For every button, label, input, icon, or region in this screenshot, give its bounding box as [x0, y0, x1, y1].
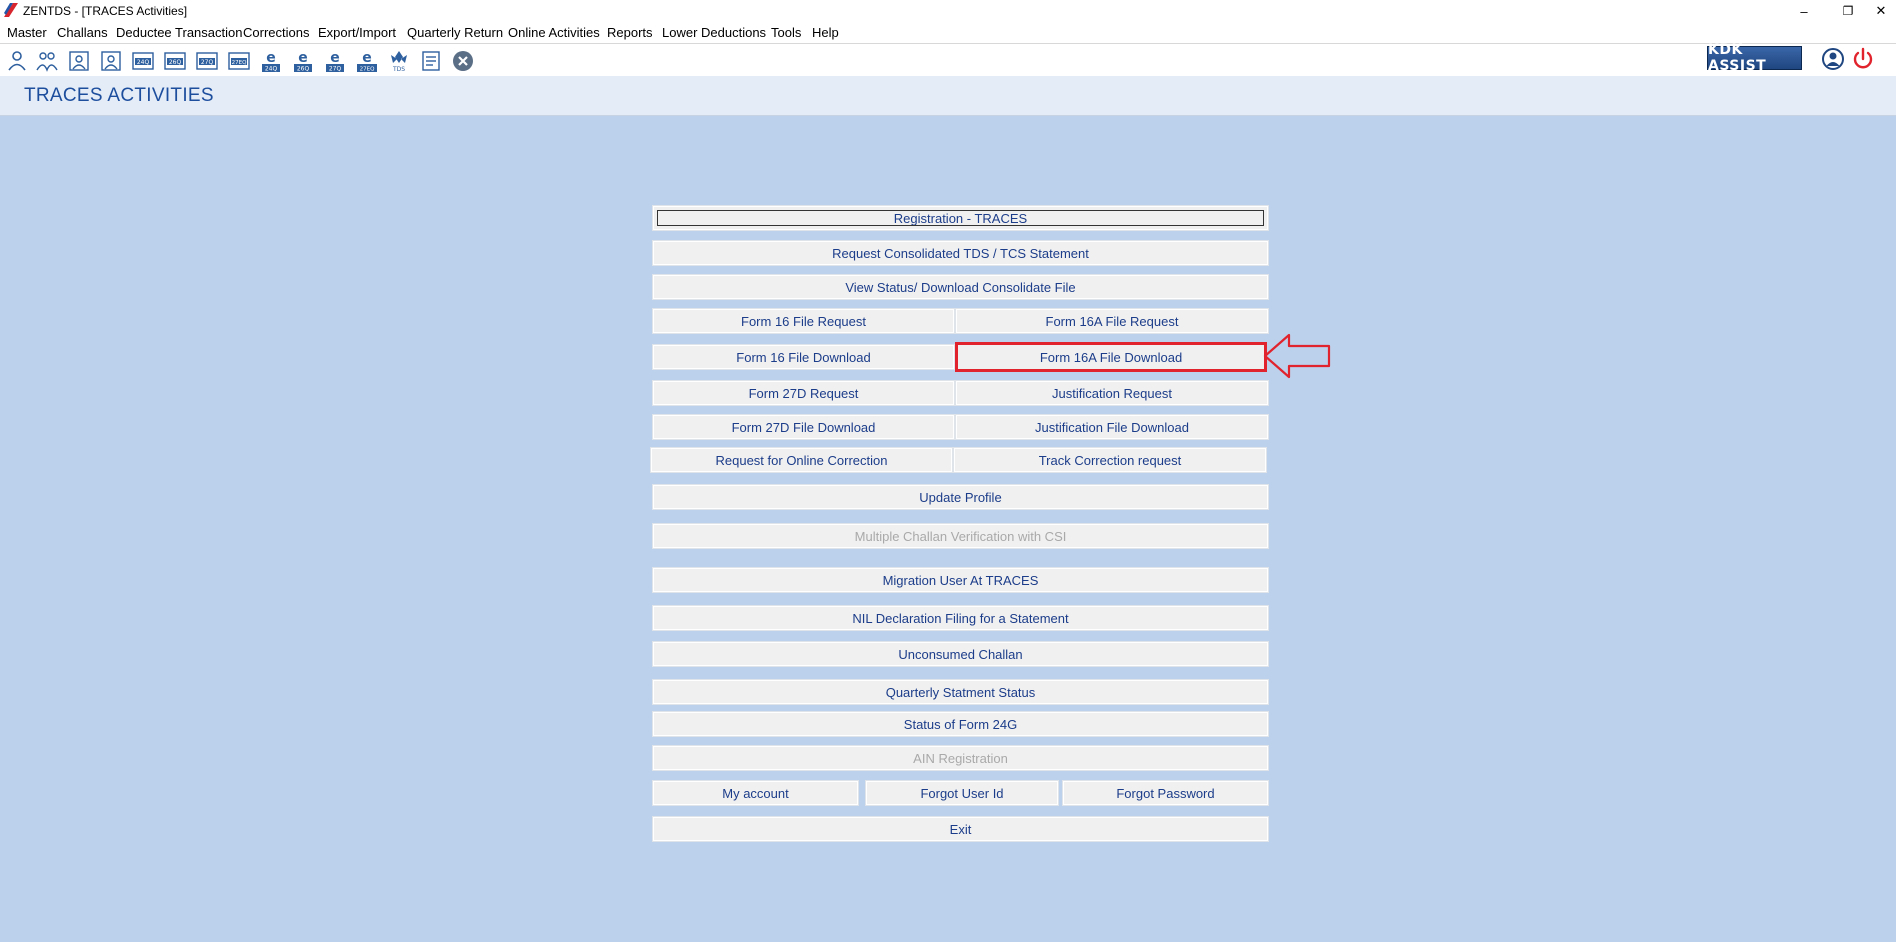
request-online-correction-button[interactable]: Request for Online Correction	[651, 448, 952, 472]
menu-online-activities[interactable]: Online Activities	[508, 25, 600, 40]
menu-export-import[interactable]: Export/Import	[318, 25, 396, 40]
form-24q-icon[interactable]: 24Q	[131, 49, 155, 73]
svg-text:e: e	[330, 50, 340, 66]
nil-declaration-button[interactable]: NIL Declaration Filing for a Statement	[653, 606, 1268, 630]
page-title: TRACES ACTIVITIES	[24, 85, 214, 106]
svg-text:e: e	[266, 50, 276, 66]
employee-icon[interactable]	[67, 49, 91, 73]
e-27eq-label: 27EQ	[360, 67, 375, 73]
update-profile-button[interactable]: Update Profile	[653, 485, 1268, 509]
app-logo-icon	[4, 3, 18, 17]
deductor-icon[interactable]	[5, 49, 29, 73]
menu-quarterly-return[interactable]: Quarterly Return	[407, 25, 503, 40]
registration-traces-button[interactable]: Registration - TRACES	[653, 206, 1268, 230]
form-27q-label: 27Q	[201, 59, 214, 66]
view-status-download-button[interactable]: View Status/ Download Consolidate File	[653, 275, 1268, 299]
menu-challans[interactable]: Challans	[57, 25, 108, 40]
form16-file-download-button[interactable]: Form 16 File Download	[653, 345, 954, 369]
menu-deductee-transaction[interactable]: Deductee Transaction	[116, 25, 242, 40]
employee-2-icon[interactable]	[99, 49, 123, 73]
e-27q-icon[interactable]: e 27Q	[323, 49, 347, 73]
title-bar: ZENTDS - [TRACES Activities] – ❐ ✕	[0, 0, 1896, 22]
e-26q-icon[interactable]: e 26Q	[291, 49, 315, 73]
menu-bar: Master Challans Deductee Transaction Cor…	[0, 22, 1896, 43]
menu-tools[interactable]: Tools	[771, 25, 801, 40]
report-icon[interactable]	[419, 49, 443, 73]
unconsumed-challan-button[interactable]: Unconsumed Challan	[653, 642, 1268, 666]
migration-user-button[interactable]: Migration User At TRACES	[653, 568, 1268, 592]
track-correction-request-button[interactable]: Track Correction request	[954, 448, 1266, 472]
forgot-password-button[interactable]: Forgot Password	[1063, 781, 1268, 805]
request-consolidated-statement-button[interactable]: Request Consolidated TDS / TCS Statement	[653, 241, 1268, 265]
menu-corrections[interactable]: Corrections	[243, 25, 309, 40]
deductee-icon[interactable]	[35, 49, 59, 73]
svg-text:e: e	[298, 50, 308, 66]
tds-icon[interactable]: TDS	[387, 49, 411, 73]
tds-label: TDS	[392, 66, 405, 73]
form-24q-label: 24Q	[137, 59, 150, 66]
e-26q-label: 26Q	[297, 66, 310, 73]
form27d-file-download-button[interactable]: Form 27D File Download	[653, 415, 954, 439]
justification-request-button[interactable]: Justification Request	[956, 381, 1268, 405]
restore-button[interactable]: ❐	[1828, 0, 1868, 22]
form16a-file-download-button[interactable]: Form 16A File Download	[955, 342, 1267, 372]
form-27eq-icon[interactable]: 27EQ	[227, 49, 251, 73]
power-icon[interactable]	[1851, 47, 1875, 71]
user-profile-icon[interactable]	[1821, 47, 1845, 71]
e-27q-label: 27Q	[329, 66, 342, 73]
form16-file-request-button[interactable]: Form 16 File Request	[653, 309, 954, 333]
window-title: ZENTDS - [TRACES Activities]	[23, 4, 188, 18]
toolbar: 24Q 26Q 27Q 27EQ e 24Q e 26Q e 27Q e 27EQ TD…	[0, 43, 1896, 76]
form27d-request-button[interactable]: Form 27D Request	[653, 381, 954, 405]
form16a-file-request-button[interactable]: Form 16A File Request	[956, 309, 1268, 333]
close-circle-icon[interactable]	[451, 49, 475, 73]
ain-registration-button: AIN Registration	[653, 746, 1268, 770]
my-account-button[interactable]: My account	[653, 781, 858, 805]
menu-master[interactable]: Master	[7, 25, 47, 40]
quarterly-statement-status-button[interactable]: Quarterly Statment Status	[653, 680, 1268, 704]
justification-file-download-button[interactable]: Justification File Download	[956, 415, 1268, 439]
menu-help[interactable]: Help	[812, 25, 839, 40]
close-window-button[interactable]: ✕	[1866, 0, 1896, 22]
exit-button[interactable]: Exit	[653, 817, 1268, 841]
annotation-arrow-icon	[1263, 333, 1331, 379]
multiple-challan-verification-button: Multiple Challan Verification with CSI	[653, 524, 1268, 548]
menu-reports[interactable]: Reports	[607, 25, 653, 40]
form-26q-icon[interactable]: 26Q	[163, 49, 187, 73]
form-26q-label: 26Q	[169, 59, 182, 66]
form-27eq-label: 27EQ	[232, 60, 247, 66]
kdk-assist-button[interactable]: KDK ASSIST	[1707, 42, 1802, 74]
menu-lower-deductions[interactable]: Lower Deductions	[662, 25, 766, 40]
svg-text:e: e	[362, 50, 372, 66]
page-header: TRACES ACTIVITIES	[0, 76, 1896, 116]
status-form-24g-button[interactable]: Status of Form 24G	[653, 712, 1268, 736]
minimize-button[interactable]: –	[1784, 0, 1824, 22]
form-27q-icon[interactable]: 27Q	[195, 49, 219, 73]
forgot-user-id-button[interactable]: Forgot User Id	[866, 781, 1058, 805]
e-24q-icon[interactable]: e 24Q	[259, 49, 283, 73]
e-27eq-icon[interactable]: e 27EQ	[355, 49, 379, 73]
e-24q-label: 24Q	[265, 66, 278, 73]
